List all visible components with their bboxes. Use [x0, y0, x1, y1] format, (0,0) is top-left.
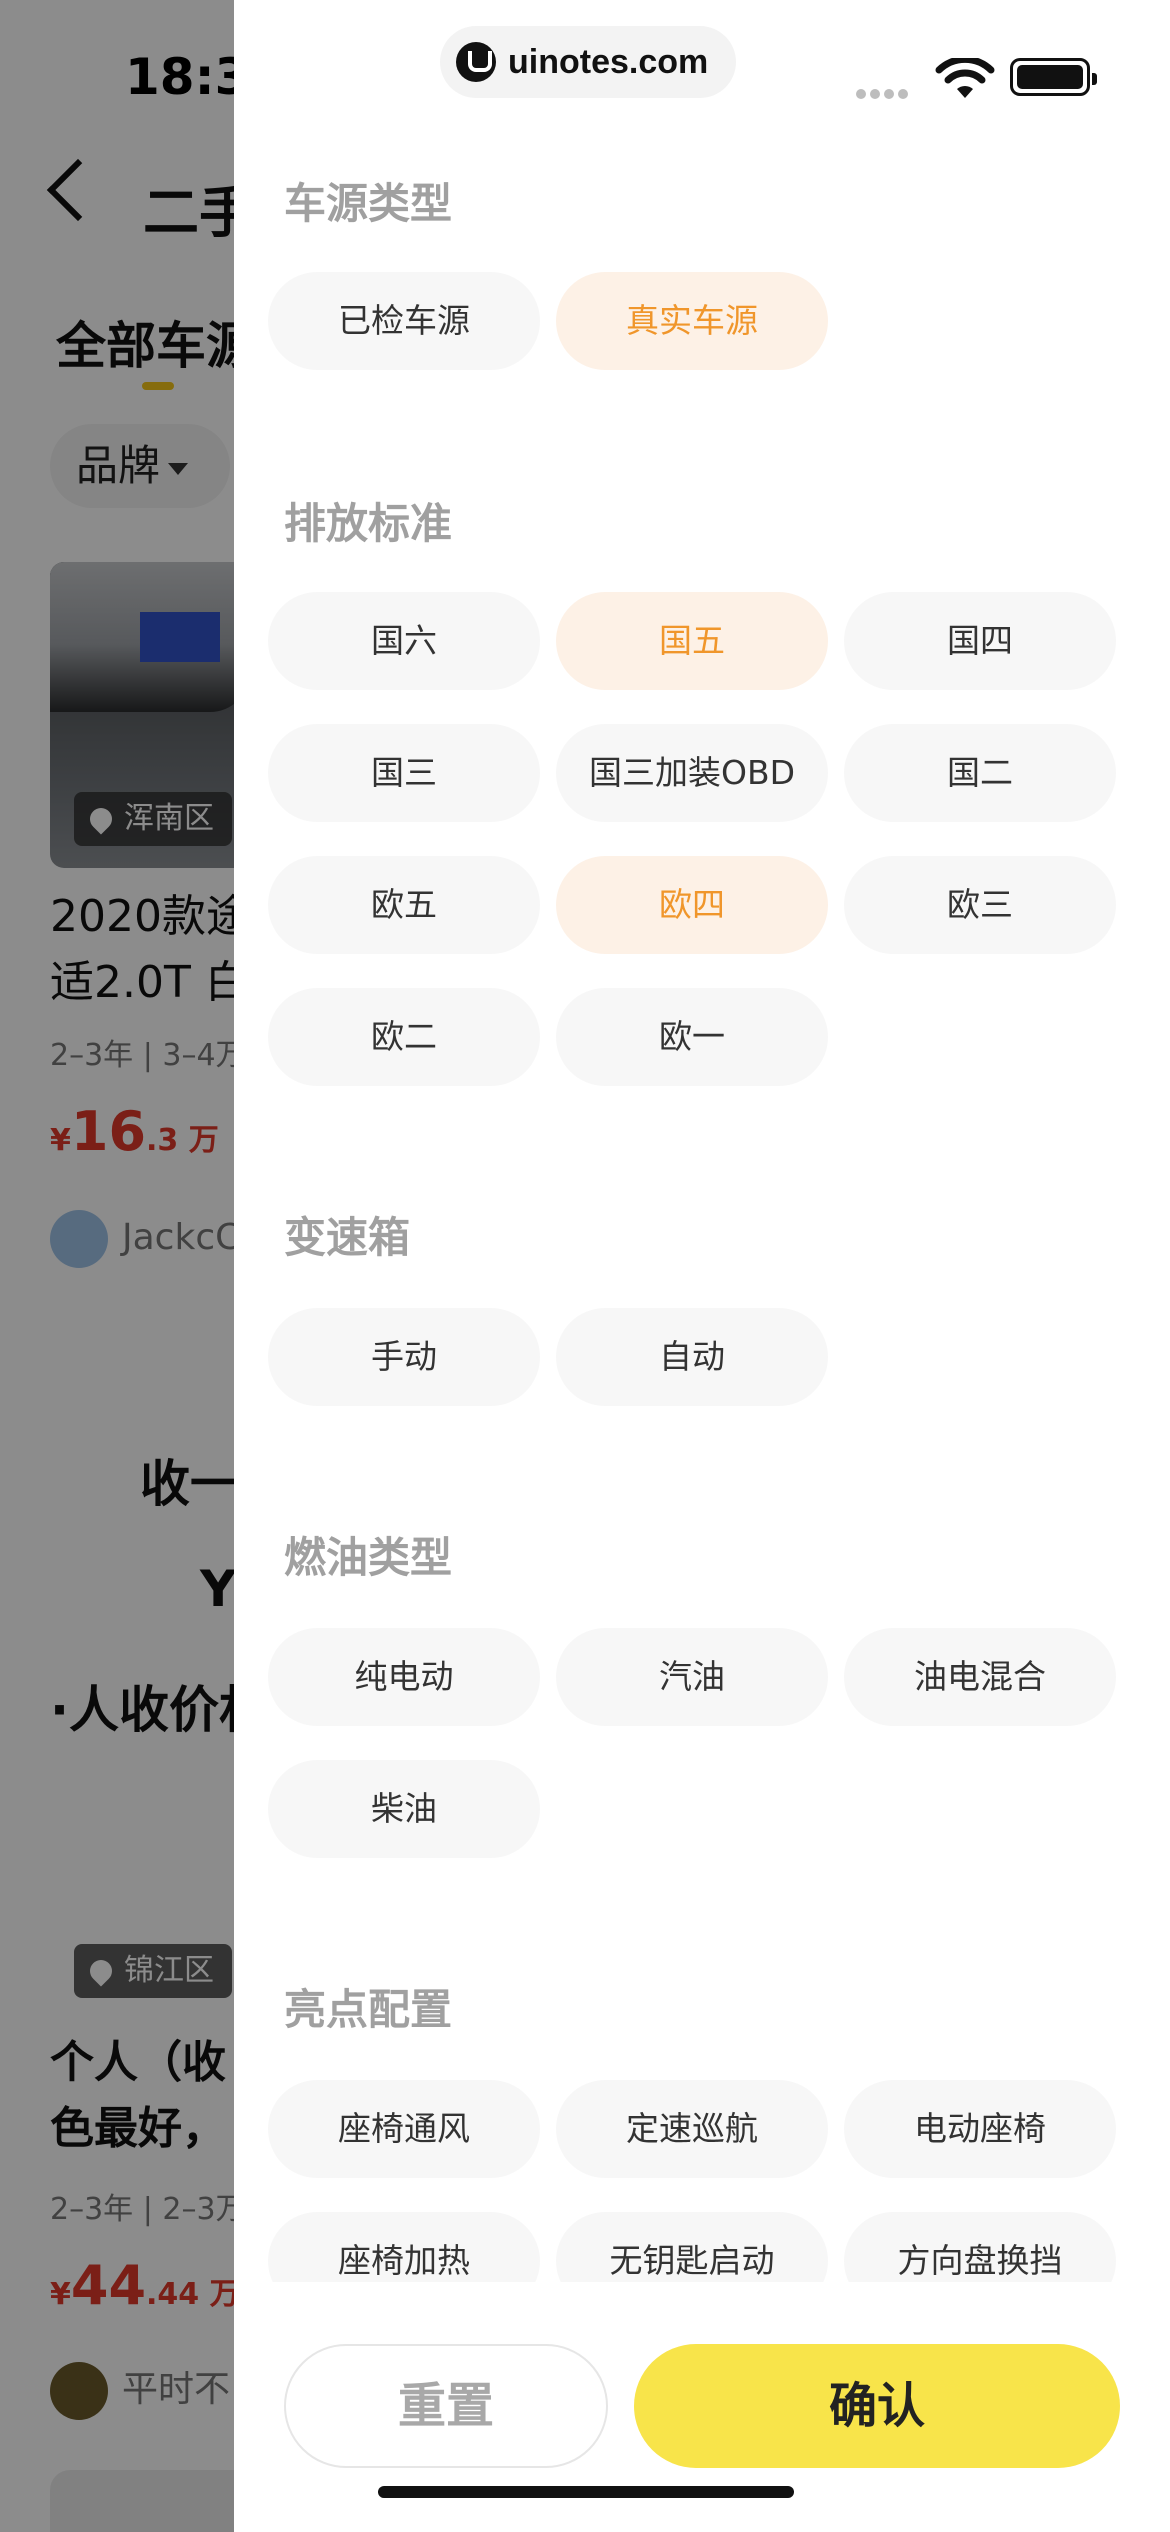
reset-button[interactable]: 重置 — [284, 2344, 608, 2468]
home-indicator[interactable] — [378, 2486, 794, 2498]
chip-emission-euro1[interactable]: 欧一 — [556, 988, 828, 1086]
chip-emission-guo6[interactable]: 国六 — [268, 592, 540, 690]
chip-gearbox-auto[interactable]: 自动 — [556, 1308, 828, 1406]
chip-fuel-diesel[interactable]: 柴油 — [268, 1760, 540, 1858]
chip-source-real[interactable]: 真实车源 — [556, 272, 828, 370]
chip-highlight-cruise-control[interactable]: 定速巡航 — [556, 2080, 828, 2178]
chip-gearbox-manual[interactable]: 手动 — [268, 1308, 540, 1406]
chip-emission-euro3[interactable]: 欧三 — [844, 856, 1116, 954]
chip-highlight-keyless-start[interactable]: 无钥匙启动 — [556, 2212, 828, 2282]
chip-source-inspected[interactable]: 已检车源 — [268, 272, 540, 370]
chip-emission-guo5[interactable]: 国五 — [556, 592, 828, 690]
section-title-emission: 排放标准 — [284, 499, 453, 548]
section-title-gearbox: 变速箱 — [284, 1213, 411, 1262]
chip-emission-guo3[interactable]: 国三 — [268, 724, 540, 822]
chip-highlight-paddle-shift[interactable]: 方向盘换挡 — [844, 2212, 1116, 2282]
chip-emission-euro2[interactable]: 欧二 — [268, 988, 540, 1086]
section-title-source-type: 车源类型 — [284, 179, 453, 228]
chip-highlight-seat-heating[interactable]: 座椅加热 — [268, 2212, 540, 2282]
chip-fuel-hybrid[interactable]: 油电混合 — [844, 1628, 1116, 1726]
filter-options-scroll[interactable]: 车源类型 已检车源 真实车源 排放标准 国六 国五 国四 国三 国三加装OBD … — [234, 0, 1170, 2282]
filter-drawer: uinotes.com 车源类型 已检车源 真实车源 排放标准 国六 国五 国四… — [234, 0, 1170, 2532]
chip-fuel-electric[interactable]: 纯电动 — [268, 1628, 540, 1726]
chip-fuel-gasoline[interactable]: 汽油 — [556, 1628, 828, 1726]
chip-emission-guo4[interactable]: 国四 — [844, 592, 1116, 690]
chip-emission-guo2[interactable]: 国二 — [844, 724, 1116, 822]
chip-highlight-seat-ventilation[interactable]: 座椅通风 — [268, 2080, 540, 2178]
confirm-button[interactable]: 确认 — [634, 2344, 1120, 2468]
section-title-highlights: 亮点配置 — [284, 1985, 453, 2034]
chip-emission-euro5[interactable]: 欧五 — [268, 856, 540, 954]
chip-emission-euro4[interactable]: 欧四 — [556, 856, 828, 954]
chip-highlight-power-seats[interactable]: 电动座椅 — [844, 2080, 1116, 2178]
chip-emission-guo3-obd[interactable]: 国三加装OBD — [556, 724, 828, 822]
section-title-fuel: 燃油类型 — [284, 1533, 453, 1582]
